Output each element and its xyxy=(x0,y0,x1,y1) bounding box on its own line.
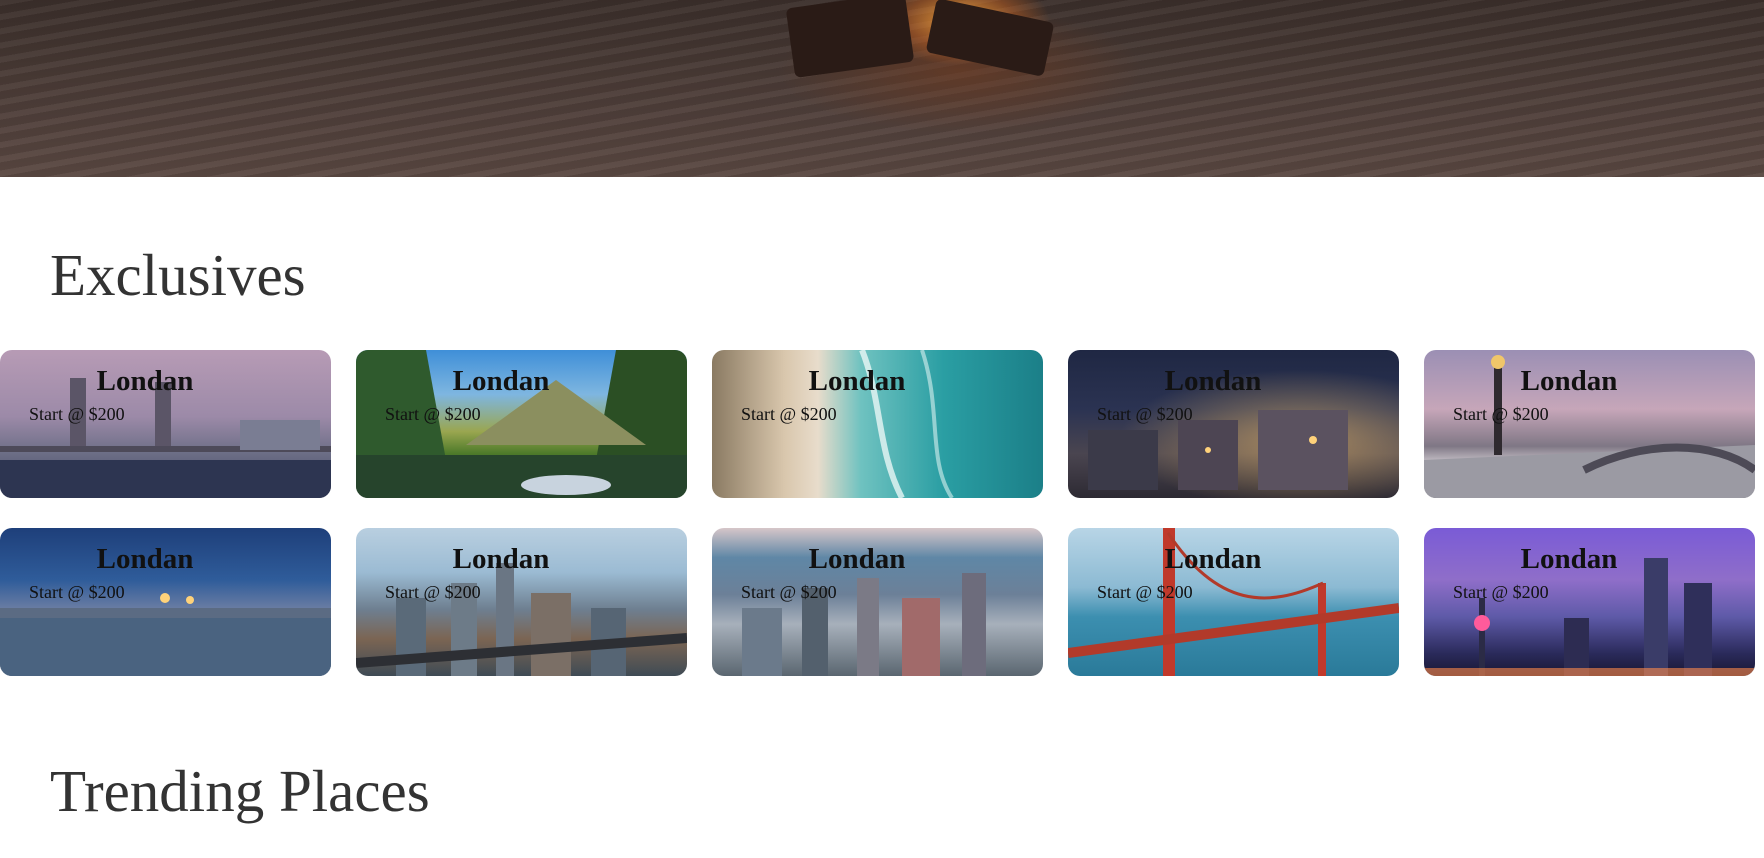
campfire-log xyxy=(785,0,915,79)
destination-card[interactable]: Londan Start @ $200 xyxy=(0,350,331,498)
destination-card[interactable]: Londan Start @ $200 xyxy=(712,350,1043,498)
destination-card[interactable]: Londan Start @ $200 xyxy=(1424,528,1755,676)
destination-card[interactable]: Londan Start @ $200 xyxy=(0,528,331,676)
card-title: Londan xyxy=(1164,543,1262,575)
destination-card[interactable]: Londan Start @ $200 xyxy=(712,528,1043,676)
card-title: Londan xyxy=(1520,365,1618,397)
card-title: Londan xyxy=(808,543,906,575)
card-price: Start @ $200 xyxy=(29,404,125,424)
destination-card[interactable]: Londan Start @ $200 xyxy=(1424,350,1755,498)
card-price: Start @ $200 xyxy=(385,582,481,602)
card-title: Londan xyxy=(1520,543,1618,575)
card-price: Start @ $200 xyxy=(741,404,837,424)
card-price: Start @ $200 xyxy=(385,404,481,424)
destination-card[interactable]: Londan Start @ $200 xyxy=(1068,350,1399,498)
card-title: Londan xyxy=(452,365,550,397)
card-title: Londan xyxy=(96,543,194,575)
card-title: Londan xyxy=(808,365,906,397)
campfire-log xyxy=(925,0,1055,77)
destination-card[interactable]: Londan Start @ $200 xyxy=(356,350,687,498)
card-title: Londan xyxy=(96,365,194,397)
card-price: Start @ $200 xyxy=(1453,582,1549,602)
card-price: Start @ $200 xyxy=(29,582,125,602)
card-price: Start @ $200 xyxy=(1453,404,1549,424)
hero-banner-image xyxy=(0,0,1764,177)
destination-card[interactable]: Londan Start @ $200 xyxy=(1068,528,1399,676)
card-title: Londan xyxy=(452,543,550,575)
card-price: Start @ $200 xyxy=(741,582,837,602)
section-title-exclusives: Exclusives xyxy=(50,242,306,308)
exclusives-grid: Londan Start @ $200 Londan Start @ $200 … xyxy=(0,350,1764,676)
card-title: Londan xyxy=(1164,365,1262,397)
section-title-trending-places: Trending Places xyxy=(50,758,430,824)
destination-card[interactable]: Londan Start @ $200 xyxy=(356,528,687,676)
card-price: Start @ $200 xyxy=(1097,582,1193,602)
card-price: Start @ $200 xyxy=(1097,404,1193,424)
